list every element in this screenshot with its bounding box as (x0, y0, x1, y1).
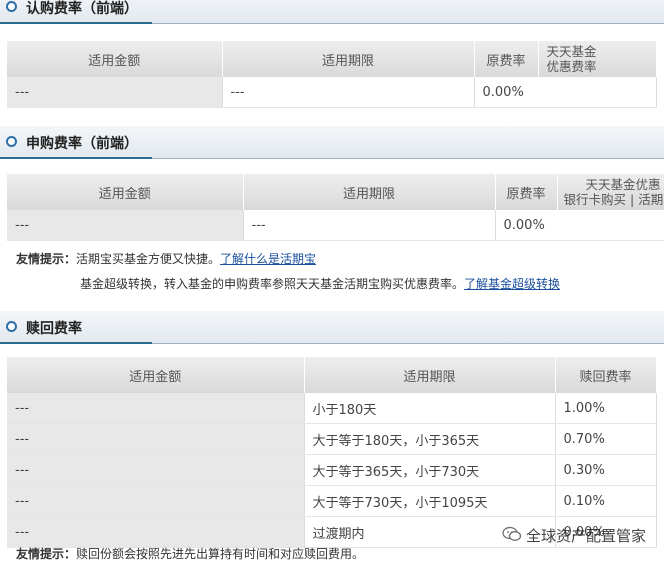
col-header-amount: 适用金额 (7, 174, 244, 210)
watermark-text: 全球资产配置管家 (525, 527, 646, 545)
section-title: 认购费率（前端） (26, 1, 138, 17)
discount-header-current: 活期 (638, 192, 664, 207)
header-underline (0, 157, 152, 159)
col-header-period: 适用期限 (222, 41, 475, 77)
table-header-row: 适用金额 适用期限 赎回费率 (7, 357, 657, 393)
section-header: 认购费率（前端） (0, 0, 664, 24)
tip-text: 赎回份额会按照先进先出算持有时间和对应赎回费用。 (76, 547, 365, 561)
col-header-original-rate: 原费率 (474, 41, 539, 77)
tip-current-treasure: 友情提示：活期宝买基金方便又快捷。了解什么是活期宝 (16, 250, 316, 267)
subscription-fee-section: 认购费率（前端） 适用金额 适用期限 原费率 天天基金 优惠费率 --- ---… (0, 0, 664, 108)
cell-period: 大于等于730天，小于1095天 (304, 485, 556, 517)
tip-text: 基金超级转换，转入基金的申购费率参照天天基金活期宝购买优惠费率。 (80, 277, 465, 291)
cell-rate: 1.00% (555, 393, 657, 424)
table-row: --- 小于180天 1.00% (7, 393, 657, 424)
table-row: --- 大于等于180天，小于365天 0.70% (7, 423, 657, 455)
purchase-fee-section: 申购费率（前端） 适用金额 适用期限 原费率 天天基金优惠 银行卡购买 | 活期… (0, 126, 664, 291)
col-header-discount-rate: 天天基金优惠 银行卡购买 | 活期 (556, 174, 664, 210)
col-header-period: 适用期限 (243, 174, 496, 210)
tip-label: 友情提示： (16, 547, 77, 561)
table-header-row: 适用金额 适用期限 原费率 天天基金 优惠费率 (7, 41, 657, 77)
tip-super-conversion: 基金超级转换，转入基金的申购费率参照天天基金活期宝购买优惠费率。了解基金超级转换 (80, 275, 560, 292)
cell-amount: --- (7, 393, 305, 424)
tip-label: 友情提示： (16, 252, 77, 266)
section-title: 申购费率（前端） (26, 136, 138, 152)
header-underline (0, 342, 152, 344)
circle-bullet-icon (6, 321, 17, 332)
purchase-fee-table: 适用金额 适用期限 原费率 天天基金优惠 银行卡购买 | 活期 --- --- … (7, 174, 664, 241)
section-header: 申购费率（前端） (0, 126, 664, 159)
col-header-redemption-rate: 赎回费率 (555, 357, 657, 393)
section-header: 赎回费率 (0, 311, 664, 344)
cell-amount: --- (7, 454, 305, 486)
table-row: --- 大于等于365天，小于730天 0.30% (7, 454, 657, 486)
circle-bullet-icon (6, 136, 17, 147)
col-header-amount: 适用金额 (7, 41, 223, 77)
col-header-original-rate: 原费率 (495, 174, 558, 210)
table-row: --- 大于等于730天，小于1095天 0.10% (7, 485, 657, 517)
learn-super-conversion-link[interactable]: 了解基金超级转换 (464, 277, 560, 291)
redemption-fee-table: 适用金额 适用期限 赎回费率 --- 小于180天 1.00% --- 大于等于180天… (7, 357, 657, 548)
discount-header-line1: 天天基金优惠 (585, 177, 661, 192)
cell-rate: 0.30% (555, 454, 657, 486)
redemption-fee-section: 赎回费率 适用金额 适用期限 赎回费率 --- 小于180天 1.00% --- 大于等… (0, 311, 664, 561)
col-header-amount: 适用金额 (7, 357, 305, 393)
cell-amount: --- (7, 423, 305, 455)
learn-current-treasure-link[interactable]: 了解什么是活期宝 (220, 252, 316, 266)
wechat-icon (502, 526, 522, 546)
cell-period: 大于等于365天，小于730天 (304, 454, 556, 486)
header-underline (0, 22, 152, 24)
watermark: 全球资产配置管家 (502, 525, 646, 546)
tip-text: 活期宝买基金方便又快捷。 (76, 252, 221, 266)
cell-rate: 0.10% (555, 485, 657, 517)
col-header-discount-rate: 天天基金 优惠费率 (537, 41, 657, 77)
subscription-fee-table: 适用金额 适用期限 原费率 天天基金 优惠费率 --- --- 0.00% (7, 41, 657, 108)
cell-period: --- (222, 77, 475, 108)
table-row: --- --- 0.00% (7, 77, 657, 108)
discount-header-bank-card: 银行卡购买 (563, 192, 627, 207)
cell-amount: --- (7, 485, 305, 517)
cell-rate: 0.00% (474, 77, 657, 108)
cell-period: 大于等于180天，小于365天 (304, 423, 556, 455)
cell-rate: 0.00% (495, 210, 664, 241)
table-header-row: 适用金额 适用期限 原费率 天天基金优惠 银行卡购买 | 活期 (7, 174, 664, 210)
cell-amount: --- (7, 77, 223, 108)
cell-period: 小于180天 (304, 393, 556, 424)
cell-amount: --- (7, 210, 244, 241)
table-row: --- --- 0.00% (7, 210, 664, 241)
discount-header-line1: 天天基金 (546, 44, 597, 59)
cell-rate: 0.70% (555, 423, 657, 455)
discount-header-line2: 优惠费率 (546, 59, 597, 74)
tip-redemption: 友情提示：赎回份额会按照先进先出算持有时间和对应赎回费用。 (16, 545, 364, 562)
circle-bullet-icon (6, 1, 17, 12)
section-title: 赎回费率 (26, 321, 82, 337)
cell-period: --- (243, 210, 496, 241)
cell-amount: --- (7, 516, 305, 548)
col-header-period: 适用期限 (304, 357, 556, 393)
